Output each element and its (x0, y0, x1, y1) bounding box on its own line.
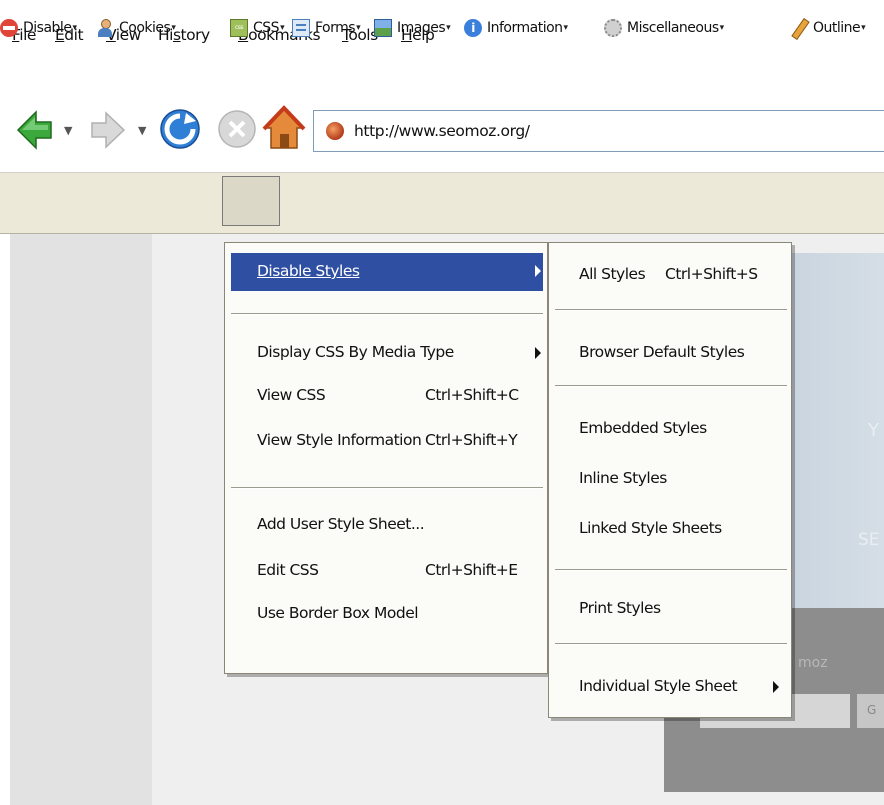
devbar-outline[interactable]: Outline ▾ (790, 17, 866, 41)
url-text: http://www.seomoz.org/ (354, 122, 530, 140)
devbar-css-label: CSS (253, 20, 280, 36)
css-menu-border-box[interactable]: Use Border Box Model (257, 604, 419, 622)
image-icon (374, 19, 392, 37)
person-icon (96, 19, 114, 37)
css-menu-edit-css[interactable]: Edit CSS (257, 561, 319, 579)
devbar-forms-arrow: ▾ (356, 23, 361, 33)
info-icon: i (464, 19, 482, 37)
css-menu-add-user-sheet[interactable]: Add User Style Sheet... (257, 515, 425, 533)
page-banner-text: Y (868, 420, 879, 441)
devbar-css-arrow: ▾ (280, 23, 285, 33)
devbar-outline-label: Outline (813, 20, 861, 36)
menu-separator (555, 569, 787, 571)
css-icon: css (230, 19, 248, 37)
devbar-miscellaneous-arrow: ▾ (719, 23, 725, 33)
submenu-browser-default[interactable]: Browser Default Styles (579, 343, 745, 361)
css-menu-display-by-media[interactable]: Display CSS By Media Type (257, 343, 454, 361)
submenu-linked[interactable]: Linked Style Sheets (579, 519, 722, 537)
menu-separator (555, 385, 787, 387)
devbar-miscellaneous[interactable]: Miscellaneous ▾ (604, 19, 724, 37)
site-favicon-icon (326, 122, 344, 140)
css-button-pressed-frame (222, 176, 280, 226)
pencil-icon (790, 17, 810, 41)
submenu-arrow-icon (773, 681, 779, 693)
reload-icon[interactable] (158, 107, 202, 151)
css-menu-disable-styles[interactable]: Disable Styles (257, 262, 360, 280)
stop-icon (218, 110, 256, 148)
menu-separator (555, 643, 787, 645)
submenu-all-styles-shortcut: Ctrl+Shift+S (665, 265, 758, 283)
devbar-images-arrow: ▾ (446, 23, 451, 33)
menu-separator (231, 487, 543, 489)
home-icon[interactable] (262, 104, 306, 152)
menu-bar: File Edit View History Bookmarks Tools H… (0, 0, 884, 80)
forward-arrow-icon (91, 111, 126, 149)
devbar-miscellaneous-label: Miscellaneous (627, 20, 719, 36)
devbar-disable-arrow: ▾ (72, 23, 77, 33)
devbar-outline-arrow: ▾ (861, 23, 866, 33)
submenu-inline[interactable]: Inline Styles (579, 469, 667, 487)
page-search-label: moz (798, 655, 828, 671)
back-arrow-icon[interactable] (14, 108, 54, 152)
devbar-disable-label: Disable (23, 20, 72, 36)
submenu-all-styles[interactable]: All Styles (579, 265, 646, 283)
submenu-arrow-icon (535, 265, 541, 277)
css-menu-view-css[interactable]: View CSS (257, 386, 326, 404)
page-search-go-button[interactable]: G (857, 694, 884, 728)
forward-dropdown-icon: ▼ (138, 124, 147, 137)
css-menu-view-css-shortcut: Ctrl+Shift+C (425, 386, 519, 404)
no-entry-icon (0, 19, 18, 37)
web-developer-toolbar (0, 172, 884, 234)
page-left-column (10, 234, 152, 805)
submenu-arrow-icon (535, 347, 541, 359)
devbar-information[interactable]: i Information ▾ (464, 19, 568, 37)
submenu-embedded[interactable]: Embedded Styles (579, 419, 707, 437)
css-menu: Disable Styles Display CSS By Media Type… (224, 242, 548, 674)
css-menu-edit-css-shortcut: Ctrl+Shift+E (425, 561, 518, 579)
devbar-images-label: Images (397, 20, 446, 36)
form-icon (292, 19, 310, 37)
css-menu-view-style-info[interactable]: View Style Information (257, 431, 422, 449)
devbar-forms[interactable]: Forms ▾ (292, 19, 361, 37)
devbar-information-label: Information (487, 20, 563, 36)
devbar-information-arrow: ▾ (563, 23, 569, 33)
page-banner-text-2: SE (858, 530, 880, 550)
devbar-cookies[interactable]: Cookies ▾ (96, 19, 176, 37)
gear-icon (604, 19, 622, 37)
url-bar[interactable]: http://www.seomoz.org/ (313, 110, 884, 152)
menu-separator (231, 313, 543, 315)
disable-styles-submenu: All Styles Ctrl+Shift+S Browser Default … (548, 242, 792, 718)
devbar-cookies-label: Cookies (119, 20, 171, 36)
devbar-disable[interactable]: Disable ▾ (0, 19, 77, 37)
submenu-individual[interactable]: Individual Style Sheet (579, 677, 738, 695)
devbar-images[interactable]: Images ▾ (374, 19, 451, 37)
devbar-css[interactable]: css CSS ▾ (230, 19, 285, 37)
devbar-cookies-arrow: ▾ (171, 23, 176, 33)
submenu-print[interactable]: Print Styles (579, 599, 661, 617)
menu-separator (555, 309, 787, 311)
back-dropdown-icon[interactable]: ▼ (64, 124, 72, 137)
css-menu-view-style-info-shortcut: Ctrl+Shift+Y (425, 431, 518, 449)
devbar-forms-label: Forms (315, 20, 356, 36)
